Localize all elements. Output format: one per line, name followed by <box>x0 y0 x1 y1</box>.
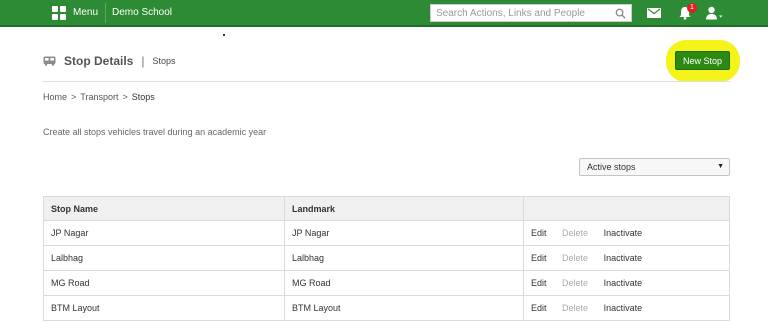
edit-link[interactable]: Edit <box>531 303 547 313</box>
breadcrumb-separator: > <box>71 92 77 102</box>
stops-table: Stop Name Landmark JP Nagar JP Nagar Edi… <box>43 196 730 321</box>
delete-link: Delete <box>562 228 589 238</box>
new-stop-button[interactable]: New Stop <box>675 51 730 70</box>
menu-label: Menu <box>73 7 99 18</box>
landmark-cell: BTM Layout <box>284 295 524 321</box>
title-separator: | <box>141 54 145 68</box>
stop-status-select[interactable]: Active stops ▼ <box>579 158 730 176</box>
table-row: JP Nagar JP Nagar Edit Delete Inactivate <box>43 220 730 246</box>
notification-badge: 1 <box>687 3 697 13</box>
stop-name-cell: MG Road <box>43 270 285 296</box>
delete-link: Delete <box>562 253 589 263</box>
actions-cell: Edit Delete Inactivate <box>523 245 730 271</box>
menu-button[interactable]: Menu <box>43 0 105 25</box>
delete-link: Delete <box>562 278 589 288</box>
user-icon[interactable] <box>705 6 723 20</box>
stop-name-cell: BTM Layout <box>43 295 285 321</box>
stop-name-cell: Lalbhag <box>43 245 285 271</box>
landmark-cell: Lalbhag <box>284 245 524 271</box>
search-box <box>430 4 632 22</box>
bus-icon <box>43 56 56 66</box>
landmark-cell: JP Nagar <box>284 220 524 246</box>
search-input[interactable] <box>431 5 609 21</box>
actions-cell: Edit Delete Inactivate <box>523 270 730 296</box>
page-title: Stop Details <box>64 54 134 68</box>
breadcrumb-separator: > <box>122 92 128 102</box>
search-icon[interactable] <box>615 8 626 19</box>
artifact-dot <box>223 34 225 36</box>
table-row: Lalbhag Lalbhag Edit Delete Inactivate <box>43 245 730 271</box>
top-navbar: Menu Demo School 1 <box>0 0 768 27</box>
column-header-actions <box>523 196 730 221</box>
breadcrumb-current: Stops <box>131 92 155 102</box>
inactivate-link[interactable]: Inactivate <box>604 253 643 263</box>
inactivate-link[interactable]: Inactivate <box>604 228 643 238</box>
table-row: MG Road MG Road Edit Delete Inactivate <box>43 270 730 296</box>
column-header-landmark: Landmark <box>284 196 524 221</box>
breadcrumb: Home > Transport > Stops <box>43 92 155 102</box>
edit-link[interactable]: Edit <box>531 228 547 238</box>
breadcrumb-transport[interactable]: Transport <box>80 92 118 102</box>
edit-link[interactable]: Edit <box>531 278 547 288</box>
menu-divider <box>105 3 106 23</box>
actions-cell: Edit Delete Inactivate <box>523 295 730 321</box>
page-header: Stop Details | Stops <box>43 50 176 72</box>
table-row: BTM Layout BTM Layout Edit Delete Inacti… <box>43 295 730 321</box>
column-header-stop-name: Stop Name <box>43 196 285 221</box>
header-divider <box>43 81 730 82</box>
edit-link[interactable]: Edit <box>531 253 547 263</box>
table-header-row: Stop Name Landmark <box>43 196 730 221</box>
breadcrumb-home[interactable]: Home <box>43 92 67 102</box>
delete-link: Delete <box>562 303 589 313</box>
actions-cell: Edit Delete Inactivate <box>523 220 730 246</box>
mail-icon[interactable] <box>647 8 661 18</box>
stop-name-cell: JP Nagar <box>43 220 285 246</box>
grid-menu-icon <box>52 5 66 20</box>
inactivate-link[interactable]: Inactivate <box>604 278 643 288</box>
select-value: Active stops <box>587 162 636 172</box>
page-subtitle: Stops <box>152 56 176 66</box>
caret-down-icon: ▼ <box>717 163 724 170</box>
school-name[interactable]: Demo School <box>112 0 172 25</box>
inactivate-link[interactable]: Inactivate <box>604 303 643 313</box>
page-description: Create all stops vehicles travel during … <box>43 127 267 137</box>
landmark-cell: MG Road <box>284 270 524 296</box>
